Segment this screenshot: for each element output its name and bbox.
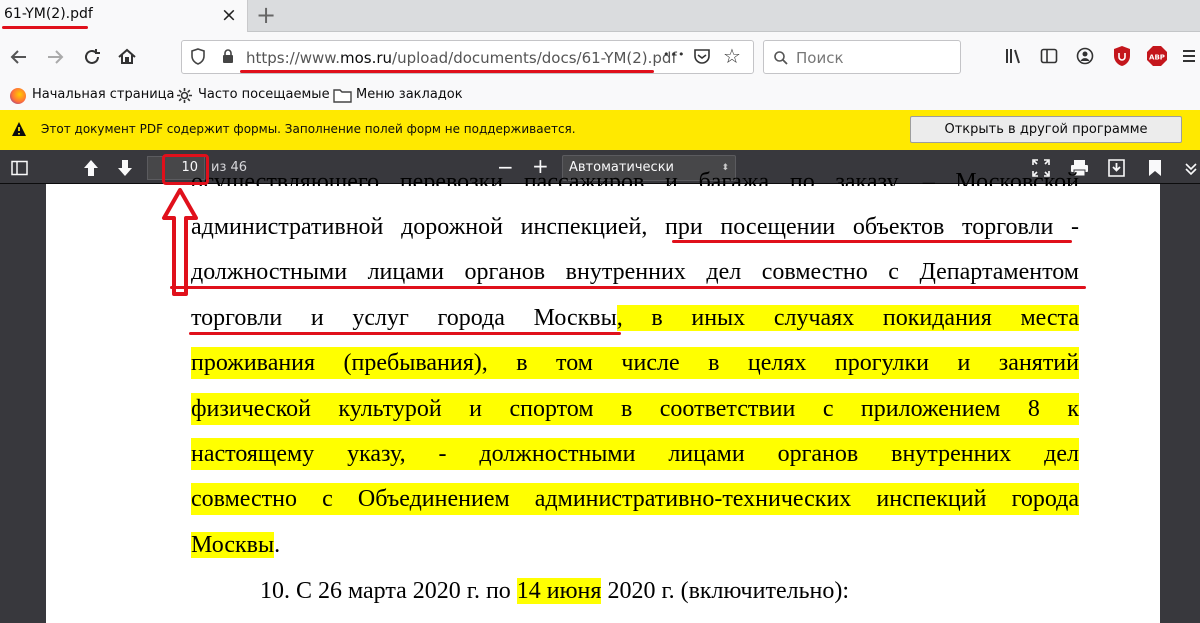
previous-page-icon[interactable] (83, 159, 99, 177)
home-icon[interactable] (114, 44, 140, 70)
url-text[interactable]: https://www.mos.ru/upload/documents/docs… (246, 49, 677, 67)
sidebar-toggle-icon[interactable] (11, 160, 28, 176)
search-placeholder: Поиск (796, 49, 844, 67)
document-line-7: совместно с Объединением административно… (191, 483, 1079, 515)
url-host: mos.ru (339, 49, 393, 67)
download-icon[interactable] (1108, 159, 1125, 177)
bookmark-most-visited[interactable]: Часто посещаемые (198, 87, 330, 102)
search-box[interactable]: Поиск (763, 40, 961, 74)
line-1-segment-dash: - (1053, 214, 1079, 240)
page-actions-menu-icon[interactable]: ••• (663, 48, 685, 61)
line-3-segment-highlighted: , в иных случаях покидания места (616, 305, 1079, 331)
bookmarks-toolbar: Начальная страница Часто посещаемые Меню… (0, 82, 1200, 110)
svg-text:ABP: ABP (1149, 54, 1165, 62)
document-line-2: должностными лицами органов внутренних д… (191, 259, 1079, 285)
document-line-1: административной дорожной инспекцией, пр… (191, 211, 1079, 243)
warning-icon (12, 122, 26, 136)
notification-message: Этот документ PDF содержит формы. Заполн… (41, 122, 576, 136)
annotation-arrow-up (162, 188, 198, 296)
document-line-6: настоящему указу, - должностными лицами … (191, 438, 1079, 470)
annotation-underline-line-2 (170, 286, 1086, 289)
document-line-3: торговли и услуг города Москвы, в иных с… (191, 302, 1079, 334)
annotation-underline-line-3 (189, 332, 621, 335)
adblock-plus-icon[interactable]: ABP (1146, 45, 1168, 67)
library-icon[interactable] (1005, 47, 1023, 65)
new-tab-button[interactable]: + (256, 2, 276, 28)
reload-icon[interactable] (79, 44, 105, 70)
line-8-segment-highlighted: Москвы (191, 532, 275, 558)
back-arrow-icon[interactable] (6, 44, 32, 70)
document-line-0: осуществляющего перевозки пассажиров и б… (191, 169, 1079, 186)
annotation-underline-url (240, 70, 654, 73)
line-1-segment-underlined: при посещении объектов торговли (665, 214, 1054, 240)
tools-chevron-icon[interactable] (1183, 160, 1199, 176)
open-in-other-viewer-button[interactable]: Открыть в другой программе просмотра (910, 116, 1182, 162)
gear-icon (177, 88, 192, 103)
firefox-icon (10, 88, 26, 104)
bookmark-icon[interactable] (1148, 159, 1162, 177)
document-line-4: проживания (пребывания), в том числе в ц… (191, 347, 1079, 379)
forward-arrow-icon[interactable] (42, 44, 68, 70)
annotation-underline-tab (2, 26, 88, 29)
document-line-8: Москвы. (191, 529, 1079, 561)
url-path: /upload/documents/docs/61-YM(2).pdf (392, 49, 677, 67)
document-line-9: 10. С 26 марта 2020 г. по 14 июня 2020 г… (260, 575, 849, 607)
bookmark-home-page[interactable]: Начальная страница (32, 87, 174, 102)
account-icon[interactable] (1076, 47, 1094, 65)
menu-hamburger-icon[interactable] (1182, 47, 1196, 65)
line-1-segment-plain: административной дорожной инспекцией, (191, 214, 666, 240)
document-line-5: физической культурой и спортом в соответ… (191, 393, 1079, 425)
folder-icon (333, 89, 352, 103)
next-page-icon[interactable] (117, 159, 133, 177)
search-icon (774, 51, 788, 65)
firefox-window: 61-YM(2).pdf × + https://www.mos.ru/uplo… (0, 0, 1200, 623)
tab-title: 61-YM(2).pdf (4, 6, 93, 22)
annotation-box-page-number (162, 154, 209, 185)
close-tab-icon[interactable]: × (221, 5, 237, 25)
line-3-segment-underlined: торговли и услуг города Москвы (191, 305, 617, 331)
annotation-underline-line-1 (672, 240, 1072, 243)
tracking-shield-icon[interactable] (190, 48, 206, 66)
bookmark-star-icon[interactable]: ☆ (723, 44, 741, 68)
sidebar-toggle-icon[interactable] (1040, 47, 1058, 65)
tab-strip: 61-YM(2).pdf × + (0, 0, 1200, 32)
ublock-shield-icon[interactable] (1112, 45, 1132, 67)
pocket-icon[interactable] (693, 47, 711, 65)
padlock-icon[interactable] (221, 48, 235, 64)
line-9-segment-tail: 2020 г. (включительно): (601, 578, 850, 604)
url-prefix: https://www. (246, 49, 340, 67)
line-9-segment-plain: 10. С 26 марта 2020 г. по (260, 578, 517, 604)
line-8-segment-period: . (274, 532, 281, 558)
bookmark-menu[interactable]: Меню закладок (356, 87, 463, 102)
pdf-forms-notification: Этот документ PDF содержит формы. Заполн… (0, 110, 1200, 162)
line-9-segment-highlighted-date: 14 июня (516, 578, 602, 604)
